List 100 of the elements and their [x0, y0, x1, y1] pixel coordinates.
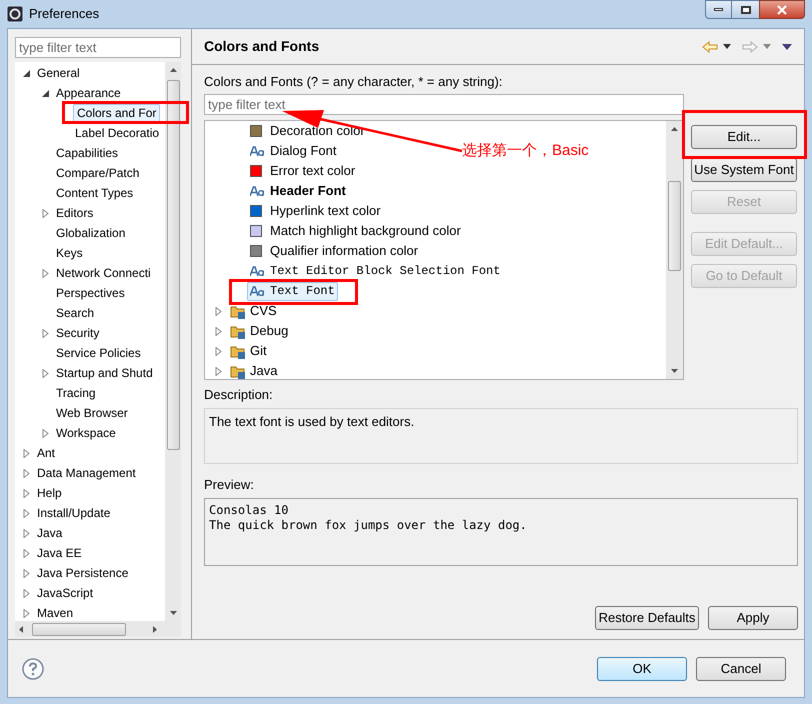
tree-item[interactable]: Java Persistence	[35, 564, 130, 582]
collapsed-triangle-icon[interactable]	[23, 548, 31, 558]
tree-item[interactable]: Web Browser	[54, 404, 130, 422]
tree-item[interactable]: Java	[227, 362, 280, 379]
collapsed-triangle-icon[interactable]	[215, 366, 223, 376]
forward-arrow-icon[interactable]	[742, 40, 758, 52]
tree-item[interactable]: Service Policies	[54, 344, 143, 362]
expanded-triangle-icon[interactable]	[23, 68, 31, 78]
close-icon	[776, 4, 788, 14]
collapsed-triangle-icon[interactable]	[23, 608, 31, 618]
tree-item[interactable]: Data Management	[35, 464, 138, 482]
collapsed-triangle-icon[interactable]	[42, 428, 50, 438]
font-icon	[250, 186, 264, 196]
filter-label: Colors and Fonts (? = any character, * = any string):	[204, 73, 504, 91]
tree-item[interactable]: Debug	[227, 322, 292, 340]
folder-icon	[230, 324, 246, 338]
side-button[interactable]: Edit...	[691, 125, 797, 149]
tree-item[interactable]: Maven	[35, 604, 76, 621]
tree-item[interactable]: Text Font	[247, 282, 338, 300]
caret-icon[interactable]	[723, 44, 731, 49]
page-button[interactable]: Restore Defaults	[595, 606, 699, 630]
collapsed-triangle-icon[interactable]	[215, 326, 223, 336]
tree-item[interactable]: JavaScript	[35, 584, 96, 602]
font-icon	[250, 286, 264, 296]
vertical-scrollbar[interactable]	[666, 121, 683, 379]
tree-item[interactable]: Tracing	[54, 384, 98, 402]
scroll-up-icon[interactable]	[170, 68, 176, 72]
tree-item[interactable]: General	[35, 64, 82, 82]
tree-item[interactable]: Content Types	[54, 184, 136, 202]
collapsed-triangle-icon[interactable]	[42, 368, 50, 378]
font-icon	[250, 266, 264, 276]
collapsed-triangle-icon[interactable]	[42, 208, 50, 218]
collapsed-triangle-icon[interactable]	[215, 306, 223, 316]
annotation-text: 选择第一个，Basic	[462, 141, 589, 161]
collapsed-triangle-icon[interactable]	[42, 328, 50, 338]
collapsed-triangle-icon[interactable]	[42, 268, 50, 278]
tree-item[interactable]: Capabilities	[54, 144, 120, 162]
tree-item[interactable]: Keys	[54, 244, 85, 262]
tree-item[interactable]: Java EE	[35, 544, 84, 562]
tree-item[interactable]: Qualifier information color	[247, 242, 422, 260]
tree-item[interactable]: Text Editor Block Selection Font	[247, 262, 504, 280]
filter-field[interactable]: type filter text	[15, 37, 181, 58]
tree-item[interactable]: Appearance	[54, 84, 123, 102]
collapsed-triangle-icon[interactable]	[215, 346, 223, 356]
collapsed-triangle-icon[interactable]	[23, 568, 31, 578]
scroll-left-icon[interactable]	[19, 626, 23, 632]
collapsed-triangle-icon[interactable]	[23, 468, 31, 478]
close-button[interactable]	[759, 0, 805, 19]
preview-box: Consolas 10 The quick brown fox jumps over the lazy dog.	[204, 498, 798, 566]
filter-field[interactable]: type filter text	[204, 94, 684, 115]
collapsed-triangle-icon[interactable]	[23, 488, 31, 498]
dialog-button[interactable]: OK	[597, 656, 687, 680]
page-button[interactable]: Apply	[708, 606, 798, 630]
folder-icon	[230, 344, 246, 358]
tree-item[interactable]: Help	[35, 484, 64, 502]
tree-item[interactable]: Network Connecti	[54, 264, 153, 282]
tree-item[interactable]: Git	[227, 342, 270, 360]
description-box: The text font is used by text editors.	[204, 408, 798, 464]
collapsed-triangle-icon[interactable]	[23, 588, 31, 598]
tree-item[interactable]: Error text color	[247, 162, 358, 180]
gear-icon	[7, 6, 23, 22]
collapsed-triangle-icon[interactable]	[23, 448, 31, 458]
horizontal-scrollbar[interactable]	[15, 621, 181, 637]
vertical-scrollbar[interactable]	[165, 62, 181, 621]
tree-item[interactable]: Search	[54, 304, 96, 322]
tree-item[interactable]: Startup and Shutd	[54, 364, 155, 382]
view-menu-icon[interactable]	[782, 44, 792, 50]
expanded-triangle-icon[interactable]	[42, 88, 50, 98]
page-title: Colors and Fonts	[204, 37, 320, 56]
tree-item[interactable]: Install/Update	[35, 504, 112, 522]
tree-item[interactable]: Match highlight background color	[247, 222, 464, 240]
back-arrow-icon[interactable]	[702, 40, 718, 52]
maximize-button[interactable]	[732, 0, 759, 19]
tree-item[interactable]: Ant	[35, 444, 58, 462]
font-icon	[250, 146, 264, 156]
folder-icon	[230, 364, 246, 378]
help-icon[interactable]	[22, 658, 44, 680]
tree-item[interactable]: Compare/Patch	[54, 164, 142, 182]
tree-item[interactable]: Security	[54, 324, 102, 342]
scroll-right-icon[interactable]	[153, 626, 157, 632]
tree-item[interactable]: Header Font	[247, 182, 349, 200]
tree-item[interactable]: Colors and For	[73, 104, 160, 122]
tree-item[interactable]: Dialog Font	[247, 142, 340, 160]
scroll-down-icon[interactable]	[671, 369, 678, 373]
tree-item[interactable]: Java	[35, 524, 64, 542]
side-button[interactable]: Use System Font	[691, 158, 797, 182]
scroll-up-icon[interactable]	[671, 127, 678, 131]
tree-item[interactable]: Hyperlink text color	[247, 202, 384, 220]
tree-item[interactable]: Workspace	[54, 424, 118, 442]
tree-item[interactable]: Globalization	[54, 224, 128, 242]
scroll-down-icon[interactable]	[170, 611, 176, 615]
tree-item[interactable]: CVS	[227, 302, 280, 320]
dialog-button[interactable]: Cancel	[696, 656, 786, 680]
collapsed-triangle-icon[interactable]	[23, 508, 31, 518]
tree-item[interactable]: Perspectives	[54, 284, 127, 302]
tree-item[interactable]: Label Decoratio	[73, 124, 162, 142]
tree-item[interactable]: Editors	[54, 204, 96, 222]
minimize-button[interactable]	[705, 0, 732, 19]
folder-icon	[230, 304, 246, 318]
collapsed-triangle-icon[interactable]	[23, 528, 31, 538]
